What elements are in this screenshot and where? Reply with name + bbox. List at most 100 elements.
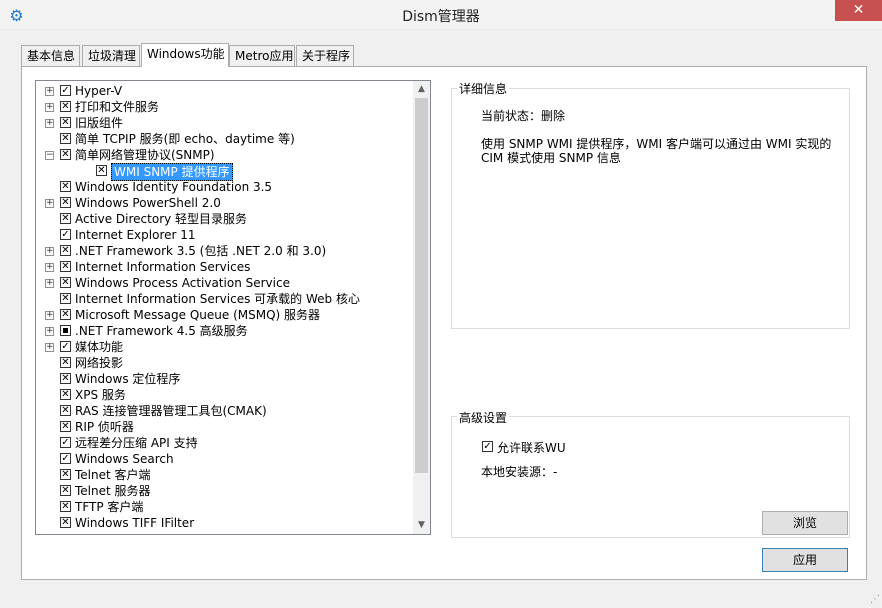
feature-checkbox[interactable]: ✓	[60, 453, 71, 464]
feature-checkbox[interactable]: ✕	[96, 165, 107, 176]
tree-item[interactable]: + ✕ .NET Framework 3.5 (包括 .NET 2.0 和 3.0)	[36, 243, 414, 259]
expand-icon[interactable]: +	[45, 279, 54, 288]
tree-item-label: Windows Search	[75, 452, 174, 466]
tab-metro-apps[interactable]: Metro应用	[229, 45, 295, 66]
feature-checkbox[interactable]: ✓	[60, 85, 71, 96]
feature-description-line1: 使用 SNMP WMI 提供程序，WMI 客户端可以通过由 WMI 实现的	[481, 137, 832, 151]
feature-checkbox[interactable]: ✕	[60, 469, 71, 480]
tree-item[interactable]: ✕ WMI SNMP 提供程序	[36, 163, 414, 181]
tree-item[interactable]: + ✓ 媒体功能	[36, 339, 414, 355]
tree-item[interactable]: + ✕ 打印和文件服务	[36, 99, 414, 115]
tree-item[interactable]: + ✕ Microsoft Message Queue (MSMQ) 服务器	[36, 307, 414, 323]
expand-icon[interactable]: +	[45, 311, 54, 320]
tree-item[interactable]: − ✕ 简单网络管理协议(SNMP)	[36, 147, 414, 163]
feature-checkbox[interactable]: ✕	[60, 101, 71, 112]
tree-item-label: 简单 TCPIP 服务(即 echo、daytime 等)	[75, 132, 295, 146]
features-tree[interactable]: ✕ Windows TIFF IFilter ✕ TFTP 客户端 ✕ Telnet 服务…	[35, 80, 431, 535]
tree-item[interactable]: ✕ 网络投影	[36, 355, 414, 371]
feature-checkbox[interactable]: ✕	[60, 501, 71, 512]
tree-item[interactable]: + ✕ Windows PowerShell 2.0	[36, 195, 414, 211]
tree-item-label: Microsoft Message Queue (MSMQ) 服务器	[75, 308, 321, 322]
tab-windows-features[interactable]: Windows功能	[141, 43, 229, 67]
details-group	[451, 88, 850, 329]
feature-checkbox[interactable]: ✕	[60, 277, 71, 288]
tab-about[interactable]: 关于程序	[296, 45, 354, 66]
feature-checkbox[interactable]: ✕	[60, 405, 71, 416]
status-value: 删除	[541, 109, 566, 123]
tree-item[interactable]: + ✕ Internet Information Services	[36, 259, 414, 275]
scroll-down-arrow-icon[interactable]: ▼	[413, 517, 430, 534]
allow-wu-checkbox[interactable]: ✓	[482, 441, 493, 452]
scroll-up-arrow-icon[interactable]: ▲	[413, 81, 430, 98]
feature-checkbox[interactable]: ✕	[60, 149, 71, 160]
tree-item[interactable]: + ✕ Windows Process Activation Service	[36, 275, 414, 291]
expand-icon[interactable]: +	[45, 87, 54, 96]
feature-checkbox[interactable]: ✕	[60, 133, 71, 144]
expand-icon[interactable]: +	[45, 103, 54, 112]
feature-checkbox[interactable]: ✓	[60, 341, 71, 352]
feature-checkbox[interactable]: ✕	[60, 181, 71, 192]
feature-checkbox[interactable]: ✕	[60, 261, 71, 272]
tree-item-label: 旧版组件	[75, 116, 124, 130]
feature-checkbox[interactable]: ✕	[60, 197, 71, 208]
scroll-thumb[interactable]	[415, 98, 428, 473]
expand-icon[interactable]: +	[45, 327, 54, 336]
feature-checkbox[interactable]: ✕	[60, 357, 71, 368]
feature-checkbox[interactable]: ✓	[60, 437, 71, 448]
feature-checkbox[interactable]: ✕	[60, 117, 71, 128]
feature-description-line2: CIM 模式使用 SNMP 信息	[481, 151, 621, 165]
apply-button[interactable]: 应用	[762, 548, 848, 572]
tree-item[interactable]: ✕ Telnet 客户端	[36, 467, 414, 483]
tree-item[interactable]: ✕ Active Directory 轻型目录服务	[36, 211, 414, 227]
feature-checkbox[interactable]: ✕	[60, 245, 71, 256]
tree-item[interactable]: ✓ Internet Explorer 11	[36, 227, 414, 243]
tree-scrollbar[interactable]: ▲ ▼	[413, 81, 430, 534]
allow-wu-label: 允许联系WU	[497, 441, 566, 455]
expand-icon[interactable]: +	[45, 119, 54, 128]
tree-item-label: Internet Explorer 11	[75, 228, 196, 242]
expand-icon[interactable]: +	[45, 343, 54, 352]
browse-button[interactable]: 浏览	[762, 511, 848, 535]
expand-icon[interactable]: +	[45, 263, 54, 272]
feature-checkbox[interactable]	[60, 325, 71, 336]
tree-item-label: Windows Process Activation Service	[75, 276, 290, 290]
tree-item[interactable]: ✕ XPS 服务	[36, 387, 414, 403]
expand-icon[interactable]: +	[45, 199, 54, 208]
feature-checkbox[interactable]: ✕	[60, 485, 71, 496]
tree-item[interactable]: + ✕ 旧版组件	[36, 115, 414, 131]
tree-item-label: RAS 连接管理器管理工具包(CMAK)	[75, 404, 267, 418]
tree-item[interactable]: ✓ 远程差分压缩 API 支持	[36, 435, 414, 451]
tree-item[interactable]: + ✓ Hyper-V	[36, 83, 414, 99]
feature-checkbox[interactable]: ✕	[60, 517, 71, 528]
tree-item[interactable]: ✕ Telnet 服务器	[36, 483, 414, 499]
tree-item[interactable]: ✕ Windows 定位程序	[36, 371, 414, 387]
tree-item[interactable]: ✕ TFTP 客户端	[36, 499, 414, 515]
resize-grip-icon[interactable]: ⋰	[868, 594, 880, 606]
tree-item[interactable]: ✕ 简单 TCPIP 服务(即 echo、daytime 等)	[36, 131, 414, 147]
details-title: 详细信息	[457, 80, 510, 97]
advanced-title: 高级设置	[457, 409, 510, 426]
feature-checkbox[interactable]: ✕	[60, 389, 71, 400]
feature-checkbox[interactable]: ✕	[60, 293, 71, 304]
expand-icon[interactable]: +	[45, 247, 54, 256]
feature-checkbox[interactable]: ✓	[60, 229, 71, 240]
tree-item-label: WMI SNMP 提供程序	[111, 163, 233, 181]
tab-basic-info[interactable]: 基本信息	[21, 45, 80, 66]
feature-checkbox[interactable]: ✕	[60, 373, 71, 384]
feature-checkbox[interactable]: ✕	[60, 421, 71, 432]
tree-item[interactable]: ✓ Windows Search	[36, 451, 414, 467]
close-button[interactable]: ✕	[835, 0, 882, 21]
tree-item-label: RIP 侦听器	[75, 420, 134, 434]
tree-item-label: Telnet 服务器	[75, 484, 151, 498]
tree-item[interactable]: ✕ RAS 连接管理器管理工具包(CMAK)	[36, 403, 414, 419]
feature-checkbox[interactable]: ✕	[60, 213, 71, 224]
collapse-icon[interactable]: −	[45, 151, 54, 160]
feature-checkbox[interactable]: ✕	[60, 309, 71, 320]
tree-item-label: Windows 定位程序	[75, 372, 181, 386]
tree-item[interactable]: ✕ RIP 侦听器	[36, 419, 414, 435]
tab-junk-clean[interactable]: 垃圾清理	[82, 45, 140, 66]
tree-item[interactable]: ✕ Windows TIFF IFilter	[36, 515, 414, 531]
tree-item[interactable]: + .NET Framework 4.5 高级服务	[36, 323, 414, 339]
tree-item[interactable]: ✕ Internet Information Services 可承载的 Web …	[36, 291, 414, 307]
tree-item[interactable]: ✕ Windows Identity Foundation 3.5	[36, 179, 414, 195]
